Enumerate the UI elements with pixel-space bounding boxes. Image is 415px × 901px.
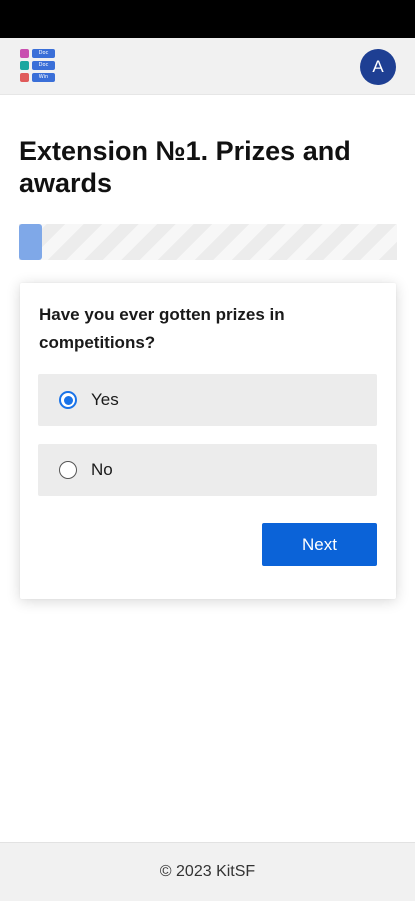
- avatar[interactable]: A: [360, 49, 396, 85]
- footer: © 2023 KitSF: [0, 842, 415, 901]
- question-card: Have you ever gotten prizes in competiti…: [20, 283, 396, 599]
- question-text: Have you ever gotten prizes in competiti…: [39, 305, 285, 352]
- logo-bar: Doc: [32, 61, 55, 70]
- progress-fill: [19, 224, 42, 260]
- radio-button-yes[interactable]: [59, 391, 77, 409]
- page-title: Extension №1. Prizes and awards: [19, 136, 351, 198]
- logo-square: [20, 61, 29, 70]
- copyright-text: © 2023 KitSF: [159, 863, 256, 880]
- option-label: No: [91, 460, 113, 479]
- option-yes[interactable]: Yes: [38, 374, 377, 426]
- logo-bar: Win: [32, 73, 55, 82]
- app-logo-icon[interactable]: Doc Doc Win: [19, 47, 57, 85]
- app-header: Doc Doc Win A: [0, 38, 415, 95]
- logo-row: Win: [19, 73, 57, 82]
- progress-bar: [19, 224, 397, 260]
- option-no[interactable]: No: [38, 444, 377, 496]
- option-label: Yes: [91, 390, 119, 409]
- logo-row: Doc: [19, 61, 57, 70]
- logo-square: [20, 73, 29, 82]
- next-button[interactable]: Next: [262, 523, 377, 566]
- status-bar: [0, 0, 415, 38]
- logo-row: Doc: [19, 49, 57, 58]
- logo-bar: Doc: [32, 49, 55, 58]
- radio-button-no[interactable]: [59, 461, 77, 479]
- logo-square: [20, 49, 29, 58]
